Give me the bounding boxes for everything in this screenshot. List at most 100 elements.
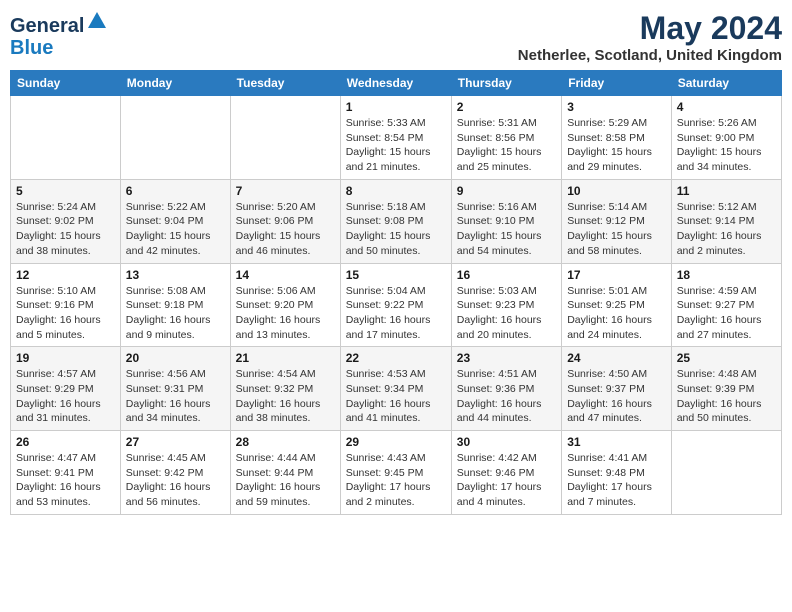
day-cell: 23 Sunrise: 4:51 AMSunset: 9:36 PMDayligh…	[451, 347, 561, 431]
day-number: 25	[677, 351, 776, 365]
day-cell: 9 Sunrise: 5:16 AMSunset: 9:10 PMDaylight…	[451, 179, 561, 263]
day-detail: Sunrise: 5:14 AMSunset: 9:12 PMDaylight:…	[567, 200, 666, 259]
calendar-table: SundayMondayTuesdayWednesdayThursdayFrid…	[10, 70, 782, 515]
calendar-body: 1Sunrise: 5:33 AMSunset: 8:54 PMDaylight…	[11, 96, 782, 515]
day-cell: 2 Sunrise: 5:31 AMSunset: 8:56 PMDaylight…	[451, 96, 561, 180]
day-number: 15	[346, 268, 446, 282]
day-cell	[11, 96, 121, 180]
day-cell: 31 Sunrise: 4:41 AMSunset: 9:48 PMDayligh…	[562, 431, 672, 515]
header-cell-sunday: Sunday	[11, 71, 121, 96]
day-detail: Sunrise: 5:24 AMSunset: 9:02 PMDaylight:…	[16, 200, 115, 259]
location-title: Netherlee, Scotland, United Kingdom	[518, 47, 782, 64]
day-detail: Sunrise: 5:26 AMSunset: 9:00 PMDaylight:…	[677, 116, 776, 175]
header-row: SundayMondayTuesdayWednesdayThursdayFrid…	[11, 71, 782, 96]
day-cell: 13 Sunrise: 5:08 AMSunset: 9:18 PMDayligh…	[120, 263, 230, 347]
day-number: 16	[457, 268, 556, 282]
day-number: 31	[567, 435, 666, 449]
day-number: 17	[567, 268, 666, 282]
day-detail: Sunrise: 4:47 AMSunset: 9:41 PMDaylight:…	[16, 451, 115, 510]
day-cell: 8Sunrise: 5:18 AMSunset: 9:08 PMDaylight…	[340, 179, 451, 263]
logo-general: General	[10, 15, 84, 37]
day-detail: Sunrise: 4:56 AMSunset: 9:31 PMDaylight:…	[126, 367, 225, 426]
logo: General Blue	[10, 10, 108, 59]
day-detail: Sunrise: 5:06 AMSunset: 9:20 PMDaylight:…	[236, 284, 335, 343]
title-area: May 2024 Netherlee, Scotland, United Kin…	[518, 10, 782, 64]
day-number: 20	[126, 351, 225, 365]
day-number: 18	[677, 268, 776, 282]
day-number: 3	[567, 100, 666, 114]
day-number: 13	[126, 268, 225, 282]
header-cell-monday: Monday	[120, 71, 230, 96]
day-detail: Sunrise: 4:57 AMSunset: 9:29 PMDaylight:…	[16, 367, 115, 426]
day-number: 14	[236, 268, 335, 282]
day-cell	[671, 431, 781, 515]
header-cell-wednesday: Wednesday	[340, 71, 451, 96]
week-row-5: 26 Sunrise: 4:47 AMSunset: 9:41 PMDayligh…	[11, 431, 782, 515]
day-cell: 30Sunrise: 4:42 AMSunset: 9:46 PMDayligh…	[451, 431, 561, 515]
day-cell: 19 Sunrise: 4:57 AMSunset: 9:29 PMDayligh…	[11, 347, 121, 431]
logo-blue: Blue	[10, 37, 53, 59]
day-number: 10	[567, 184, 666, 198]
day-number: 28	[236, 435, 335, 449]
day-cell: 7Sunrise: 5:20 AMSunset: 9:06 PMDaylight…	[230, 179, 340, 263]
day-number: 26	[16, 435, 115, 449]
day-number: 2	[457, 100, 556, 114]
day-cell: 5 Sunrise: 5:24 AMSunset: 9:02 PMDaylight…	[11, 179, 121, 263]
day-detail: Sunrise: 5:08 AMSunset: 9:18 PMDaylight:…	[126, 284, 225, 343]
day-cell: 20 Sunrise: 4:56 AMSunset: 9:31 PMDayligh…	[120, 347, 230, 431]
day-number: 27	[126, 435, 225, 449]
day-cell: 26 Sunrise: 4:47 AMSunset: 9:41 PMDayligh…	[11, 431, 121, 515]
day-number: 7	[236, 184, 335, 198]
day-cell: 14 Sunrise: 5:06 AMSunset: 9:20 PMDayligh…	[230, 263, 340, 347]
day-cell: 25 Sunrise: 4:48 AMSunset: 9:39 PMDayligh…	[671, 347, 781, 431]
day-detail: Sunrise: 4:41 AMSunset: 9:48 PMDaylight:…	[567, 451, 666, 510]
day-number: 23	[457, 351, 556, 365]
header-cell-saturday: Saturday	[671, 71, 781, 96]
day-cell: 6 Sunrise: 5:22 AMSunset: 9:04 PMDaylight…	[120, 179, 230, 263]
day-detail: Sunrise: 5:10 AMSunset: 9:16 PMDaylight:…	[16, 284, 115, 343]
day-number: 11	[677, 184, 776, 198]
day-cell: 17 Sunrise: 5:01 AMSunset: 9:25 PMDayligh…	[562, 263, 672, 347]
week-row-4: 19 Sunrise: 4:57 AMSunset: 9:29 PMDayligh…	[11, 347, 782, 431]
day-detail: Sunrise: 4:51 AMSunset: 9:36 PMDaylight:…	[457, 367, 556, 426]
day-number: 22	[346, 351, 446, 365]
day-detail: Sunrise: 4:53 AMSunset: 9:34 PMDaylight:…	[346, 367, 446, 426]
header-cell-thursday: Thursday	[451, 71, 561, 96]
day-detail: Sunrise: 5:03 AMSunset: 9:23 PMDaylight:…	[457, 284, 556, 343]
day-cell: 28 Sunrise: 4:44 AMSunset: 9:44 PMDayligh…	[230, 431, 340, 515]
day-detail: Sunrise: 4:44 AMSunset: 9:44 PMDaylight:…	[236, 451, 335, 510]
day-detail: Sunrise: 4:54 AMSunset: 9:32 PMDaylight:…	[236, 367, 335, 426]
day-number: 29	[346, 435, 446, 449]
day-cell: 18Sunrise: 4:59 AMSunset: 9:27 PMDayligh…	[671, 263, 781, 347]
page-header: General Blue May 2024 Netherlee, Scotlan…	[10, 10, 782, 64]
day-detail: Sunrise: 5:01 AMSunset: 9:25 PMDaylight:…	[567, 284, 666, 343]
day-detail: Sunrise: 5:29 AMSunset: 8:58 PMDaylight:…	[567, 116, 666, 175]
day-number: 6	[126, 184, 225, 198]
day-cell: 11 Sunrise: 5:12 AMSunset: 9:14 PMDayligh…	[671, 179, 781, 263]
day-number: 9	[457, 184, 556, 198]
week-row-3: 12Sunrise: 5:10 AMSunset: 9:16 PMDayligh…	[11, 263, 782, 347]
day-cell: 22 Sunrise: 4:53 AMSunset: 9:34 PMDayligh…	[340, 347, 451, 431]
day-detail: Sunrise: 5:33 AMSunset: 8:54 PMDaylight:…	[346, 116, 446, 175]
day-detail: Sunrise: 5:12 AMSunset: 9:14 PMDaylight:…	[677, 200, 776, 259]
day-cell: 12Sunrise: 5:10 AMSunset: 9:16 PMDayligh…	[11, 263, 121, 347]
day-detail: Sunrise: 5:22 AMSunset: 9:04 PMDaylight:…	[126, 200, 225, 259]
day-cell: 4Sunrise: 5:26 AMSunset: 9:00 PMDaylight…	[671, 96, 781, 180]
day-detail: Sunrise: 4:42 AMSunset: 9:46 PMDaylight:…	[457, 451, 556, 510]
day-detail: Sunrise: 4:43 AMSunset: 9:45 PMDaylight:…	[346, 451, 446, 510]
month-title: May 2024	[518, 10, 782, 47]
day-detail: Sunrise: 4:48 AMSunset: 9:39 PMDaylight:…	[677, 367, 776, 426]
day-cell: 21 Sunrise: 4:54 AMSunset: 9:32 PMDayligh…	[230, 347, 340, 431]
day-number: 21	[236, 351, 335, 365]
header-cell-friday: Friday	[562, 71, 672, 96]
day-number: 19	[16, 351, 115, 365]
day-detail: Sunrise: 5:04 AMSunset: 9:22 PMDaylight:…	[346, 284, 446, 343]
logo-icon	[86, 10, 108, 32]
day-detail: Sunrise: 5:16 AMSunset: 9:10 PMDaylight:…	[457, 200, 556, 259]
day-number: 5	[16, 184, 115, 198]
day-cell: 24Sunrise: 4:50 AMSunset: 9:37 PMDayligh…	[562, 347, 672, 431]
day-number: 24	[567, 351, 666, 365]
day-cell: 16 Sunrise: 5:03 AMSunset: 9:23 PMDayligh…	[451, 263, 561, 347]
day-number: 8	[346, 184, 446, 198]
day-detail: Sunrise: 5:31 AMSunset: 8:56 PMDaylight:…	[457, 116, 556, 175]
